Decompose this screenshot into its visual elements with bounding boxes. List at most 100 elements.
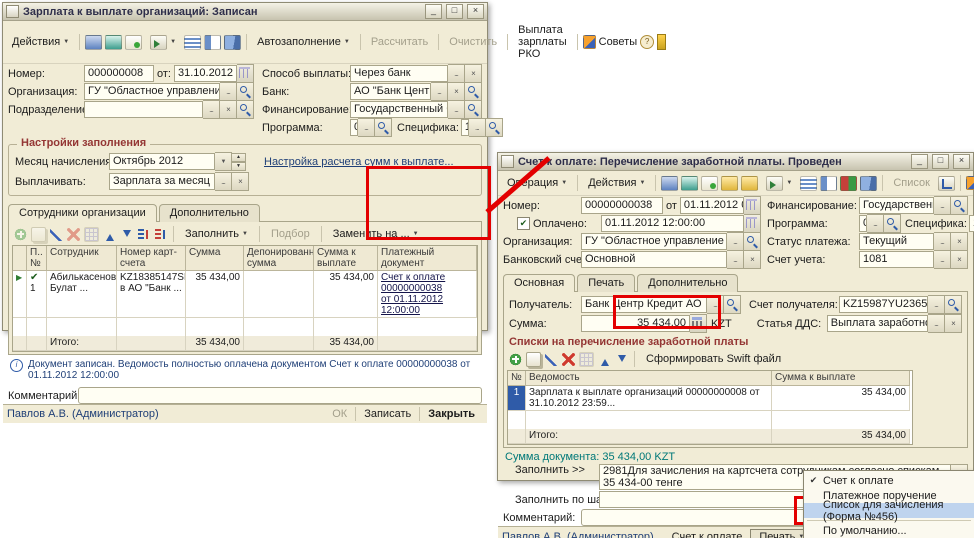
ellipsis-button[interactable]: ...: [934, 196, 951, 215]
ellipsis-button[interactable]: ...: [431, 82, 448, 101]
tab-main[interactable]: Основная: [503, 274, 575, 292]
lookup-button[interactable]: [744, 232, 761, 251]
bank-account-field[interactable]: Основной: [581, 251, 727, 268]
reread-icon[interactable]: [681, 176, 698, 191]
grid-settings-icon[interactable]: [579, 352, 594, 367]
calendar-button[interactable]: [744, 196, 761, 215]
clear-button[interactable]: ×: [951, 232, 968, 251]
financing-field[interactable]: Государственный бюджет: [350, 101, 448, 118]
organization-field[interactable]: ГУ "Областное управление по ликв: [581, 233, 727, 250]
statement-cell[interactable]: Зарплата к выплате организаций 000000000…: [526, 386, 772, 411]
clear-button[interactable]: ×: [232, 172, 249, 191]
dds-item-field[interactable]: Выплата заработной платы: [827, 315, 928, 332]
post-document-icon[interactable]: [701, 176, 718, 191]
row-num-cell[interactable]: 1: [508, 386, 526, 411]
menu-item-form-456[interactable]: Список для зачисления (Форма №456): [804, 503, 974, 518]
card-account-cell[interactable]: KZ18385147SD15...в АО "Банк ...: [117, 271, 186, 318]
deposited-cell[interactable]: [244, 271, 314, 318]
post-document-icon[interactable]: [125, 35, 142, 50]
add-row-icon[interactable]: [509, 353, 522, 366]
copy-row-icon[interactable]: [31, 227, 46, 242]
operation-menu-button[interactable]: Операция ▼: [502, 175, 572, 191]
calendar-button[interactable]: [744, 214, 761, 233]
payment-doc-link[interactable]: Счет к оплате 00000000038от 01.11.2012 1…: [381, 272, 473, 316]
number-field[interactable]: 000000008: [84, 65, 154, 82]
clear-button[interactable]: ×: [448, 82, 465, 101]
tab-additional[interactable]: Дополнительно: [159, 204, 260, 222]
lookup-button[interactable]: [465, 100, 482, 119]
month-dropdown-button[interactable]: ▼: [215, 152, 232, 171]
reread-icon[interactable]: [105, 35, 122, 50]
ellipsis-button[interactable]: ...: [215, 172, 232, 191]
maximize-button[interactable]: □: [932, 154, 949, 169]
payment-status-field[interactable]: Текущий: [859, 233, 934, 250]
invoice-button[interactable]: Счет к оплате: [664, 530, 751, 538]
date-field[interactable]: 31.10.2012 23:59:: [174, 65, 237, 82]
copy-row-icon[interactable]: [526, 352, 541, 367]
sort-ascending-icon[interactable]: [137, 228, 150, 241]
row-flag-num-cell[interactable]: ✔ 1: [27, 271, 47, 318]
ellipsis-button[interactable]: ...: [727, 232, 744, 251]
salary-window-titlebar[interactable]: Зарплата к выплате организаций: Записан …: [3, 3, 487, 21]
clear-button[interactable]: ×: [465, 64, 482, 83]
program-field[interactable]: 02/2/202/106/02: [859, 215, 867, 232]
delete-row-icon[interactable]: [562, 353, 575, 366]
date-field[interactable]: 01.11.2012 0:00:00: [680, 197, 744, 214]
sort-descending-icon[interactable]: [154, 228, 167, 241]
document-structure-icon[interactable]: [204, 35, 221, 50]
move-up-icon[interactable]: [598, 353, 611, 366]
lookup-button[interactable]: [945, 295, 962, 314]
tab-additional[interactable]: Дополнительно: [637, 274, 738, 292]
document-movements-icon[interactable]: [800, 176, 817, 191]
lookup-button[interactable]: [884, 214, 901, 233]
help-icon[interactable]: ?: [640, 35, 654, 49]
fill-menu-button[interactable]: Заполнить ▼: [180, 226, 253, 242]
ellipsis-button[interactable]: ...: [448, 100, 465, 119]
ellipsis-button[interactable]: ...: [934, 250, 951, 269]
ellipsis-button[interactable]: ...: [934, 232, 951, 251]
list-button[interactable]: Список: [888, 176, 935, 190]
bank-field[interactable]: АО "Банк ЦентрКредит": [350, 83, 431, 100]
tree-view-icon[interactable]: [938, 176, 955, 191]
minimize-button[interactable]: _: [911, 154, 928, 169]
tab-print[interactable]: Печать: [577, 274, 635, 292]
ellipsis-button[interactable]: ...: [469, 118, 486, 137]
specifics-field[interactable]: 111: [969, 215, 974, 232]
ellipsis-button[interactable]: ...: [867, 214, 884, 233]
tips-button[interactable]: Советы: [599, 36, 637, 48]
department-field[interactable]: [84, 101, 203, 118]
move-down-icon[interactable]: [120, 228, 133, 241]
number-field[interactable]: 00000000038: [581, 197, 663, 214]
clear-button[interactable]: ×: [951, 250, 968, 269]
lookup-button[interactable]: [375, 118, 392, 137]
delete-row-icon[interactable]: [67, 228, 80, 241]
stepper-up-icon[interactable]: ▲: [232, 153, 246, 162]
pick-button[interactable]: Подбор: [266, 227, 315, 241]
payout-settings-link[interactable]: Настройка расчета сумм к выплате...: [264, 156, 454, 168]
amount-field[interactable]: 35 434,00: [581, 315, 690, 332]
ok-button[interactable]: ОК: [324, 407, 355, 421]
month-stepper[interactable]: ▲ ▼: [232, 153, 246, 170]
journal-icon[interactable]: [860, 176, 877, 191]
program-field[interactable]: 02/2/202/106/022: [350, 119, 358, 136]
move-down-icon[interactable]: [615, 353, 628, 366]
ellipsis-button[interactable]: ...: [928, 295, 945, 314]
statement-payable-cell[interactable]: 35 434,00: [772, 386, 910, 411]
calculate-button[interactable]: Рассчитать: [366, 35, 433, 49]
move-up-icon[interactable]: [103, 228, 116, 241]
recipient-field[interactable]: Банк Центр Кредит АО: [581, 296, 707, 313]
stepper-down-icon[interactable]: ▼: [232, 162, 246, 171]
maximize-button[interactable]: □: [446, 4, 463, 19]
autofill-menu-button[interactable]: Автозаполнение ▼: [252, 34, 355, 50]
go-to-button[interactable]: ▼: [761, 174, 797, 193]
minimize-button[interactable]: _: [425, 4, 442, 19]
ellipsis-button[interactable]: ...: [203, 100, 220, 119]
debit-credit-icon[interactable]: [840, 176, 857, 191]
lookup-button[interactable]: [724, 295, 741, 314]
lookup-button[interactable]: [465, 82, 482, 101]
accounting-account-field[interactable]: 1081: [859, 251, 934, 268]
rko-payment-button[interactable]: Выплата зарплаты РКО: [513, 23, 571, 61]
edit-row-icon[interactable]: [50, 228, 63, 241]
calendar-button[interactable]: [237, 64, 254, 83]
lookup-button[interactable]: [237, 100, 254, 119]
